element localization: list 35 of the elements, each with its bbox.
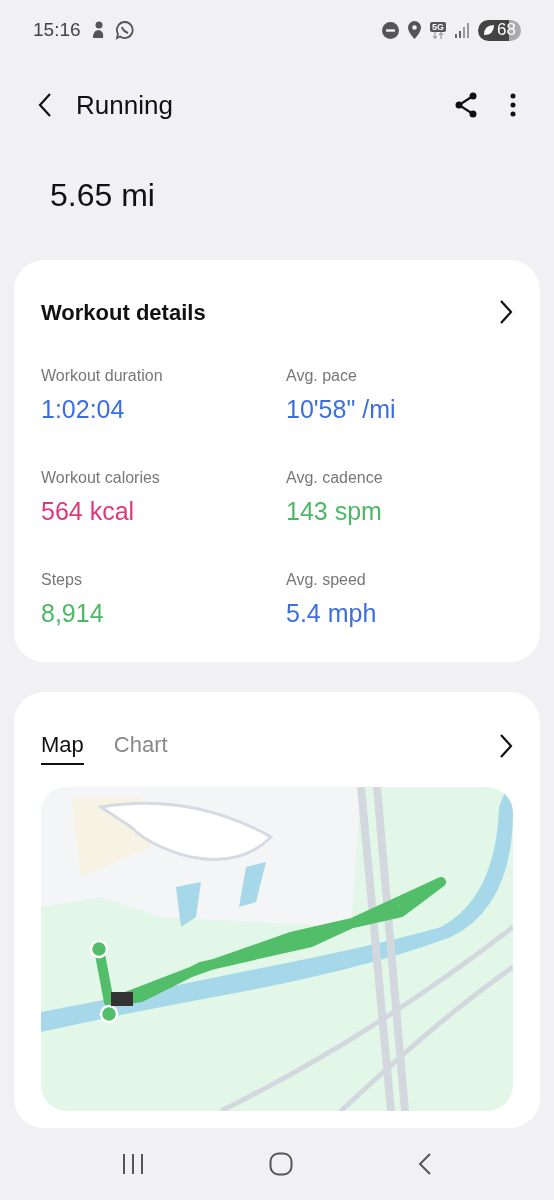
status-time: 15:16 <box>33 17 81 42</box>
stat-label: Avg. cadence <box>286 468 384 488</box>
data-arrows-icon <box>432 31 445 39</box>
home-icon[interactable] <box>269 1152 293 1176</box>
page-title: Running <box>76 88 173 122</box>
chevron-right-icon[interactable] <box>499 299 513 325</box>
stat-value: 8,914 <box>41 598 105 628</box>
tab[interactable]: Map <box>41 727 84 765</box>
person-icon <box>90 21 105 39</box>
do-not-disturb-icon <box>382 21 400 39</box>
battery-indicator: 68 <box>478 19 521 41</box>
stat-value: 1:02:04 <box>41 394 126 424</box>
back-icon[interactable] <box>38 92 52 118</box>
more-options-icon[interactable] <box>510 93 516 117</box>
leaf-icon <box>483 24 496 36</box>
stat-value: 10'58" /mi <box>286 394 397 424</box>
card-title: Workout details <box>41 298 206 327</box>
stat-label: Workout calories <box>41 468 161 488</box>
network-badge: 5G <box>430 21 447 32</box>
chat-icon <box>114 20 135 40</box>
stat-label: Workout duration <box>41 366 164 386</box>
stat-value: 564 kcal <box>41 496 136 526</box>
chevron-right-icon[interactable] <box>499 733 513 759</box>
share-icon[interactable] <box>454 92 478 118</box>
signal-icon <box>455 22 470 38</box>
back-icon[interactable] <box>417 1153 432 1175</box>
distance-value: 5.65 mi <box>50 176 155 215</box>
stat-label: Avg. pace <box>286 366 358 386</box>
stat-value: 5.4 mph <box>286 598 378 628</box>
tab[interactable]: Chart <box>113 727 168 765</box>
stat-value: 143 spm <box>286 496 383 526</box>
stat-label: Avg. speed <box>286 570 367 590</box>
stat-label: Steps <box>41 570 83 590</box>
recent-apps-icon[interactable] <box>122 1154 145 1174</box>
location-icon <box>408 21 422 39</box>
